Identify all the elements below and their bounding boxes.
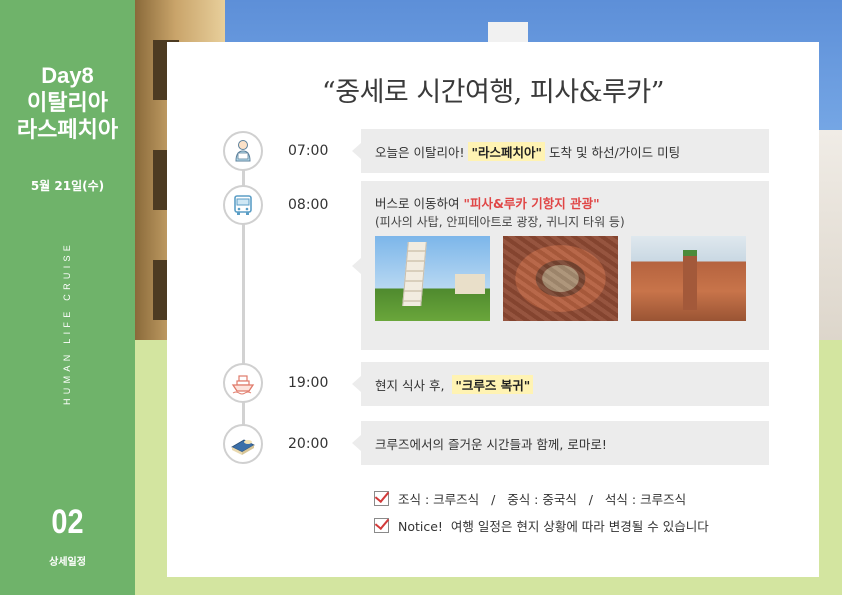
notice-text: Notice! 여행 일정은 현지 상황에 따라 변경될 수 있습니다 <box>398 519 709 534</box>
item-text: 현지 식사 후, <box>375 377 445 393</box>
time-0800: 08:00 <box>288 197 329 213</box>
checkbox-icon <box>374 518 389 533</box>
notice-note: Notice! 여행 일정은 현지 상황에 따라 변경될 수 있습니다 <box>374 516 709 535</box>
checkbox-icon <box>374 491 389 506</box>
sidebar: Day8 이탈리아 라스페치아 5월 21일(수) HUMAN LIFE CRU… <box>0 0 135 595</box>
photo-row <box>375 236 755 321</box>
bed-icon <box>223 424 263 464</box>
time-1900: 19:00 <box>288 375 329 391</box>
item-text: 버스로 이동하여 <box>375 196 460 211</box>
day-heading: Day8 이탈리아 라스페치아 <box>0 62 135 143</box>
day-date: 5월 21일(수) <box>30 179 105 193</box>
schedule-item-0800: 버스로 이동하여 "피사&루카 기항지 관광" (피사의 사탑, 안피테아트로 … <box>352 181 769 350</box>
time-2000: 20:00 <box>288 436 329 452</box>
item-text: 오늘은 이탈리아! <box>375 144 465 160</box>
day-country: 이탈리아 <box>27 90 108 115</box>
section-label: 상세일정 <box>49 557 86 568</box>
item-text: 크루즈에서의 즐거운 시간들과 함께, 로마로! <box>375 436 607 452</box>
item-highlight: "피사&루카 기항지 관광" <box>463 196 600 211</box>
photo-guinigi-tower <box>631 236 746 321</box>
meal-text: 조식 : 크루즈식 / 중식 : 중국식 / 석식 : 크루즈식 <box>398 492 687 507</box>
day-city: 라스페치아 <box>16 117 119 142</box>
schedule-item-2000: 크루즈에서의 즐거운 시간들과 함께, 로마로! <box>352 421 769 465</box>
guide-person-icon <box>223 131 263 171</box>
time-0700: 07:00 <box>288 143 329 159</box>
photo-anfiteatro-square <box>503 236 618 321</box>
item-highlight: "크루즈 복귀" <box>452 374 534 394</box>
item-subtext: (피사의 사탑, 안피테아트로 광장, 귀니지 타워 등) <box>375 215 625 229</box>
day-number: Day8 <box>41 63 94 88</box>
section-number: 02 <box>51 503 84 541</box>
item-text: 도착 및 하선/가이드 미팅 <box>549 144 681 160</box>
item-highlight: "라스페치아" <box>468 141 546 161</box>
schedule-item-1900: 현지 식사 후, "크루즈 복귀" <box>352 362 769 406</box>
bus-icon <box>223 185 263 225</box>
meal-note: 조식 : 크루즈식 / 중식 : 중국식 / 석식 : 크루즈식 <box>374 489 686 508</box>
building-right <box>818 130 842 340</box>
brand-vertical-text: HUMAN LIFE CRUISE <box>62 240 72 405</box>
photo-pisa-tower <box>375 236 490 321</box>
page-title: “중세로 시간여행, 피사&루카” <box>321 77 665 108</box>
schedule-item-0700: 오늘은 이탈리아! "라스페치아" 도착 및 하선/가이드 미팅 <box>352 129 769 173</box>
itinerary-card: “중세로 시간여행, 피사&루카” 07:00 오늘은 이탈리아! "라스페치아… <box>167 42 819 577</box>
cruise-ship-icon <box>223 363 263 403</box>
